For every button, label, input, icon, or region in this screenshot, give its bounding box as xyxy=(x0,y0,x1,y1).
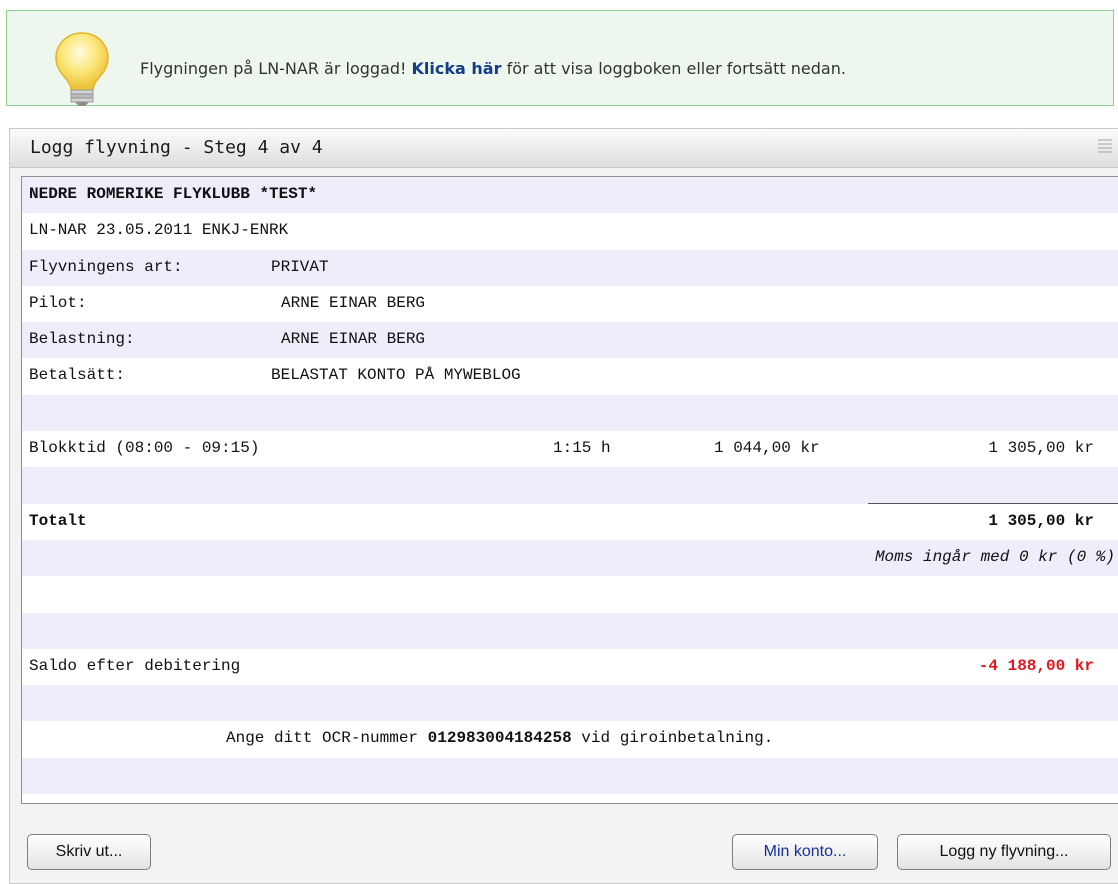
line-item-rate: 1 044,00 kr xyxy=(714,439,820,458)
receipt-row: Totalt 1 305,00 kr xyxy=(22,502,1118,540)
receipt-row xyxy=(22,394,1118,432)
balance-value: -4 188,00 kr xyxy=(978,656,1094,675)
receipt-row xyxy=(22,576,1118,612)
flight-type-value: PRIVAT xyxy=(271,257,329,276)
logbook-link[interactable]: Klicka här xyxy=(412,59,502,78)
receipt-row: Blokktid (08:00 - 09:15) 1:15 h 1 044,00… xyxy=(22,431,1118,467)
receipt-row: Betalsätt: BELASTAT KONTO PÅ MYWEBLOG xyxy=(22,358,1118,394)
total-value: 1 305,00 xyxy=(988,511,1066,530)
receipt-row: NEDRE ROMERIKE FLYKLUBB *TEST* xyxy=(22,177,1118,214)
notice-banner: Flygningen på LN-NAR är loggad! Klicka h… xyxy=(6,10,1114,106)
total-unit: kr xyxy=(1074,511,1094,530)
pilot-value: ARNE EINAR BERG xyxy=(281,293,426,312)
ocr-number: 012983004184258 xyxy=(427,729,572,748)
panel-header: Logg flyvning - Steg 4 av 4 xyxy=(10,129,1118,168)
line-item-time: 1:15 h xyxy=(553,439,611,458)
field-label: Flyvningens art: xyxy=(29,257,183,276)
print-button[interactable]: Skriv ut... xyxy=(27,834,151,870)
flight-summary: LN-NAR 23.05.2011 ENKJ-ENRK xyxy=(29,221,289,240)
field-label: Pilot: xyxy=(29,293,87,312)
field-label: Belastning: xyxy=(29,330,135,349)
total-amount: 1 305,00 kr xyxy=(988,512,1094,530)
charged-to-value: ARNE EINAR BERG xyxy=(281,330,426,349)
total-label: Totalt xyxy=(29,511,87,530)
vat-note: Moms ingår med 0 kr (0 %) xyxy=(874,547,1115,566)
receipt-row: LN-NAR 23.05.2011 ENKJ-ENRK xyxy=(22,213,1118,249)
ocr-instruction: Ange ditt OCR-nummer 012983004184258 vid… xyxy=(226,729,773,747)
grip-icon xyxy=(1098,139,1112,153)
payment-method-value: BELASTAT KONTO PÅ MYWEBLOG xyxy=(271,366,521,385)
line-item-amount: 1 305,00 kr xyxy=(988,439,1094,458)
receipt: NEDRE ROMERIKE FLYKLUBB *TEST* LN-NAR 23… xyxy=(21,176,1118,804)
balance-label: Saldo efter debitering xyxy=(29,656,241,675)
receipt-row: Moms ingår med 0 kr (0 %) xyxy=(22,539,1118,577)
total-divider xyxy=(868,502,1118,504)
log-flight-panel: Logg flyvning - Steg 4 av 4 NEDRE ROMERI… xyxy=(9,128,1118,884)
receipt-row: Ange ditt OCR-nummer 012983004184258 vid… xyxy=(22,721,1118,757)
log-new-flight-button[interactable]: Logg ny flyvning... xyxy=(897,834,1111,870)
notice-text-before: Flygningen på LN-NAR är loggad! xyxy=(140,59,407,78)
receipt-row: Pilot: ARNE EINAR BERG xyxy=(22,286,1118,322)
receipt-row xyxy=(22,612,1118,649)
receipt-row xyxy=(22,467,1118,504)
receipt-row: Saldo efter debitering -4 188,00 kr xyxy=(22,649,1118,685)
ocr-text-after: vid giroinbetalning. xyxy=(581,729,774,748)
notice-text-after: för att visa loggboken eller fortsätt ne… xyxy=(506,59,846,78)
line-item-label: Blokktid (08:00 - 09:15) xyxy=(29,439,260,458)
my-account-button[interactable]: Min konto... xyxy=(732,834,878,870)
field-label: Betalsätt: xyxy=(29,366,126,385)
notice-message: Flygningen på LN-NAR är loggad! Klicka h… xyxy=(140,59,846,78)
receipt-row xyxy=(22,685,1118,722)
receipt-row xyxy=(22,757,1118,795)
receipt-row: Flyvningens art: PRIVAT xyxy=(22,249,1118,286)
ocr-text-before: Ange ditt OCR-nummer xyxy=(226,729,419,748)
club-name: NEDRE ROMERIKE FLYKLUBB *TEST* xyxy=(29,185,318,203)
lightbulb-icon xyxy=(55,32,109,106)
panel-title: Logg flyvning - Steg 4 av 4 xyxy=(30,137,323,158)
receipt-row: Belastning: ARNE EINAR BERG xyxy=(22,322,1118,359)
